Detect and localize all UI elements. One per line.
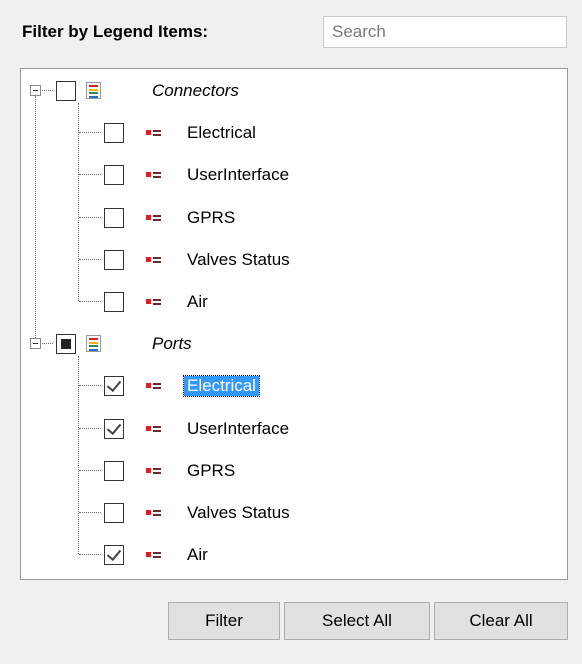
legend-item-row[interactable]: Air [21, 288, 567, 316]
legend-item-label: GPRS [187, 207, 236, 227]
legend-item-row[interactable]: Air [21, 541, 567, 569]
filter-button[interactable]: Filter [168, 602, 280, 640]
legend-item-row[interactable]: GPRS [21, 457, 567, 485]
legend-item-row[interactable]: Electrical [21, 119, 567, 147]
item-checkbox[interactable] [104, 376, 124, 397]
tree-connector [79, 216, 101, 218]
legend-item-row[interactable]: Valves Status [21, 246, 567, 274]
legend-item-label: Air [187, 545, 208, 565]
legend-item-row[interactable]: Electrical [21, 372, 567, 400]
tree-connector [79, 554, 101, 556]
tree-connector [79, 385, 101, 387]
legend-item-label: UserInterface [187, 418, 290, 438]
item-checkbox[interactable] [104, 503, 124, 523]
tree-connector [79, 174, 101, 176]
legend-item-label: Valves Status [187, 503, 290, 522]
legend-swatch-icon [146, 550, 164, 560]
legend-swatch-icon [146, 297, 164, 307]
collapse-icon[interactable] [30, 338, 41, 350]
item-checkbox[interactable] [104, 123, 124, 144]
group-label: Connectors [152, 81, 239, 100]
item-checkbox[interactable] [104, 165, 124, 186]
item-checkbox[interactable] [104, 545, 124, 566]
legend-swatch-icon [146, 424, 164, 434]
tree-connector [79, 301, 101, 302]
tree-connector [79, 258, 101, 260]
legend-swatch-icon [146, 381, 164, 391]
tree-connector [78, 356, 79, 555]
collapse-icon[interactable] [30, 85, 41, 96]
legend-item-label: Electrical [187, 123, 256, 143]
item-checkbox[interactable] [104, 207, 124, 228]
item-checkbox[interactable] [104, 292, 124, 312]
tree-group-row[interactable]: Connectors [21, 77, 567, 105]
filter-legend-label: Filter by Legend Items: [22, 22, 209, 41]
tree-connector [78, 103, 79, 301]
legend-swatch-icon [146, 128, 164, 138]
tree-connector [79, 469, 101, 471]
group-label: Ports [152, 334, 192, 354]
legend-swatch-icon [146, 508, 164, 518]
item-checkbox[interactable] [104, 249, 124, 270]
legend-tree[interactable]: Connectors Electrical UserInterface GPRS Val… [20, 68, 568, 580]
legend-item-label: Air [187, 292, 208, 311]
legend-item-label: Electrical [183, 375, 260, 398]
select-all-button[interactable]: Select All [284, 602, 430, 640]
legend-item-row[interactable]: Valves Status [21, 499, 567, 527]
tree-connector [79, 132, 101, 134]
tree-connector [35, 96, 36, 339]
legend-item-row[interactable]: UserInterface [21, 415, 567, 443]
tree-connector [79, 512, 101, 513]
legend-item-label: Valves Status [187, 249, 290, 269]
legend-swatch-icon [146, 255, 164, 265]
search-input[interactable] [323, 16, 567, 48]
legend-swatch-icon [146, 213, 164, 223]
legend-item-label: GPRS [187, 460, 236, 480]
item-checkbox[interactable] [104, 418, 124, 439]
group-checkbox[interactable] [56, 81, 76, 101]
legend-item-label: UserInterface [187, 165, 290, 185]
group-checkbox[interactable] [56, 334, 76, 355]
legend-swatch-icon [146, 466, 164, 476]
legend-group-icon [86, 335, 101, 353]
clear-all-button[interactable]: Clear All [434, 602, 568, 640]
legend-item-row[interactable]: UserInterface [21, 161, 567, 189]
item-checkbox[interactable] [104, 460, 124, 481]
legend-group-icon [86, 82, 101, 99]
tree-group-row[interactable]: Ports [21, 330, 567, 358]
tree-connector [79, 427, 101, 429]
tree-connector [42, 90, 53, 91]
tree-connector [42, 343, 53, 345]
legend-swatch-icon [146, 170, 164, 180]
legend-item-row[interactable]: GPRS [21, 204, 567, 232]
